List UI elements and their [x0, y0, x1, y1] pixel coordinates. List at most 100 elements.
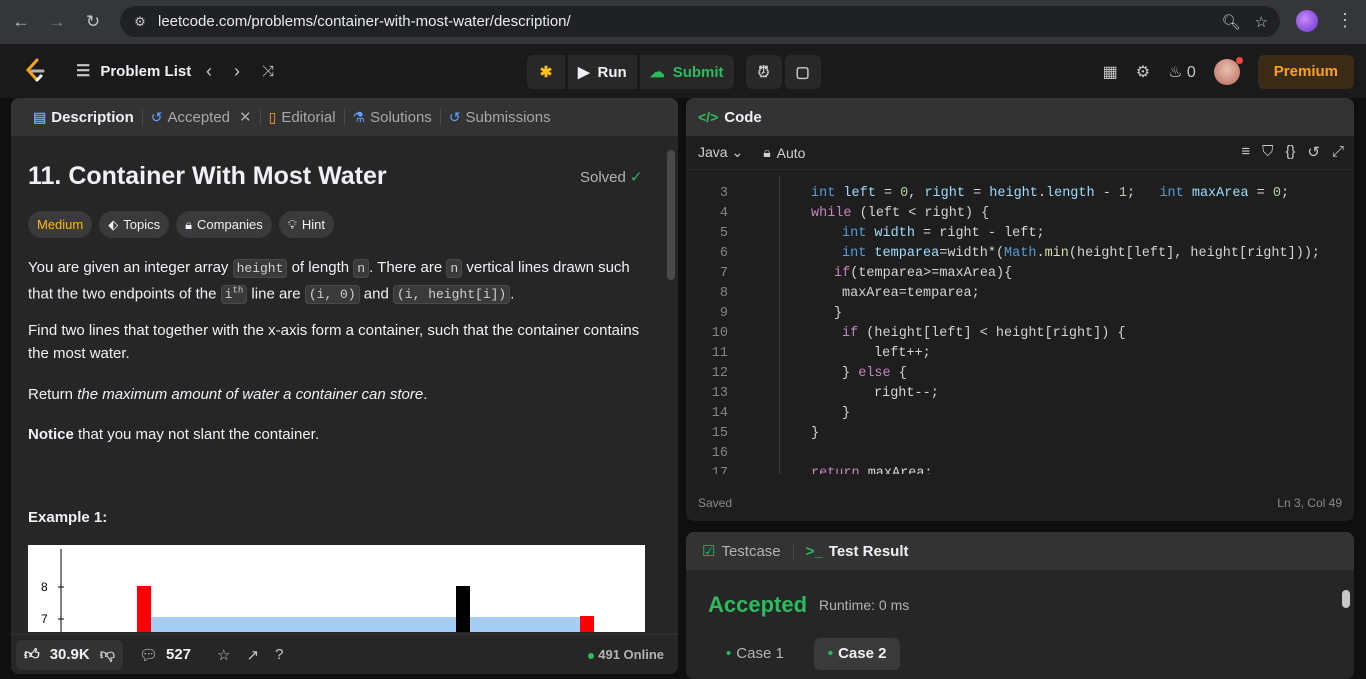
code-line[interactable]: if (height[left] < height[right]) { — [842, 326, 1126, 341]
tab-accepted[interactable]: ↺ Accepted ✕ — [143, 108, 260, 127]
code-line[interactable]: maxArea=temparea; — [842, 286, 980, 301]
share-icon[interactable]: ↗ — [246, 646, 259, 664]
star-icon[interactable]: ☆ — [217, 646, 230, 664]
code-line[interactable]: int temparea=width*(Math.min(height[left… — [842, 246, 1320, 261]
text: and — [359, 285, 393, 303]
code-editor-panel: </> Code Java ⌄ 🔒︎ Auto ≡ ⛉ {} ↺ ⤢ 3 int… — [686, 98, 1354, 521]
prev-problem-icon[interactable]: ‹ — [206, 61, 212, 82]
bookmark-icon[interactable]: ⛉ — [1262, 143, 1273, 161]
scrollbar-thumb[interactable] — [1342, 590, 1350, 608]
format-icon[interactable]: ≡ — [1241, 143, 1250, 161]
site-settings-icon[interactable]: ⚙ — [126, 14, 154, 30]
line-number: 8 — [719, 286, 728, 301]
companies-tag[interactable]: 🔒︎ Companies — [176, 211, 272, 238]
strong: Notice — [28, 426, 74, 443]
avatar[interactable] — [1213, 57, 1243, 85]
cloud-upload-icon: ☁ — [649, 64, 665, 81]
online-count: 491 Online — [588, 647, 664, 662]
layout-icon[interactable]: ▦ — [1103, 62, 1118, 82]
hint-tag[interactable]: 💡︎ Hint — [278, 211, 335, 238]
zoom-icon[interactable]: 🔍︎ — [1222, 13, 1241, 31]
code-line[interactable]: return maxArea; — [811, 466, 933, 474]
streak-counter[interactable]: ♨ 0 — [1168, 62, 1196, 82]
mode-select[interactable]: Auto — [777, 145, 806, 161]
settings-gear-icon[interactable]: ⚙ — [1136, 62, 1150, 82]
tab-description[interactable]: ▤ Description — [25, 109, 142, 126]
code-line[interactable]: right--; — [874, 386, 939, 401]
bookmark-star-icon[interactable]: ☆ — [1255, 13, 1268, 31]
like-button[interactable]: 👍︎ 30.9K 👎︎ — [16, 639, 123, 670]
debug-button[interactable]: ✱ — [527, 55, 565, 89]
next-problem-icon[interactable]: › — [234, 61, 240, 82]
problem-tags: Medium ⬖ Topics 🔒︎ Companies 💡︎ Hint — [28, 211, 335, 238]
tab-solutions[interactable]: ⚗ Solutions — [345, 109, 440, 126]
tab-description-label: Description — [51, 108, 134, 126]
premium-button[interactable]: Premium — [1257, 55, 1354, 89]
status-dot-icon: • — [827, 645, 834, 662]
comment-icon[interactable]: 💬︎ — [139, 646, 158, 664]
y-tick-label-7: 7 — [41, 612, 48, 626]
bug-icon: ✱ — [539, 64, 553, 81]
forward-icon[interactable]: → — [42, 7, 72, 37]
leetcode-logo[interactable] — [23, 58, 47, 84]
text: . There are — [369, 259, 447, 276]
line-number: 3 — [719, 186, 728, 201]
tab-submissions[interactable]: ↺ Submissions — [441, 109, 559, 126]
description-scrollbar[interactable] — [667, 140, 675, 630]
problem-list-link[interactable]: ☰ Problem List — [76, 44, 191, 98]
url-text[interactable]: leetcode.com/problems/container-with-mos… — [158, 13, 571, 30]
problem-description: 11. Container With Most Water Solved ✓ Me… — [28, 136, 648, 632]
text: line are — [247, 285, 305, 303]
code-line[interactable]: int width = right - left; — [842, 226, 1045, 241]
code-line[interactable]: while (left < right) { — [811, 206, 989, 221]
alarm-icon: ⏰︎ — [757, 63, 770, 81]
code-line[interactable]: if(temparea>=maxArea){ — [834, 266, 1012, 281]
help-icon[interactable]: ? — [275, 646, 283, 663]
reset-icon[interactable]: ↺ — [1307, 143, 1320, 161]
expand-icon[interactable]: ⤢ — [1332, 143, 1344, 161]
example-chart-svg: 8 7 — [41, 549, 594, 632]
run-button[interactable]: ▶ Run — [568, 55, 637, 89]
tab-test-result[interactable]: >_ Test Result — [806, 543, 909, 560]
code-line[interactable]: } — [842, 406, 850, 421]
case-label: Case 2 — [838, 645, 887, 662]
thumbs-down-icon[interactable]: 👎︎ — [100, 646, 115, 664]
reload-icon[interactable]: ↻ — [78, 7, 108, 37]
note-icon: ▢ — [795, 64, 810, 81]
notes-button[interactable]: ▢ — [784, 55, 821, 89]
case-2-tab[interactable]: • Case 2 — [813, 638, 901, 670]
flask-icon: ⚗ — [352, 108, 366, 125]
code-line[interactable]: int left = 0, right = height.length - 1;… — [811, 186, 1289, 201]
address-bar[interactable]: ⚙ leetcode.com/problems/container-with-m… — [120, 6, 1280, 37]
timer-button[interactable]: ⏰︎ — [745, 55, 782, 89]
code-lines[interactable]: 3 int left = 0, right = height.length - … — [686, 176, 1354, 474]
submit-button[interactable]: ☁ Submit — [639, 55, 734, 89]
difficulty-badge[interactable]: Medium — [28, 211, 93, 238]
bar-right — [580, 616, 594, 632]
token: length — [1046, 186, 1095, 201]
indent-guide — [779, 176, 780, 474]
topics-tag[interactable]: ⬖ Topics — [99, 211, 170, 238]
checkbox-icon: ☑ — [702, 543, 716, 560]
close-tab-icon[interactable]: ✕ — [239, 108, 252, 126]
code-line[interactable]: } — [811, 426, 819, 441]
result-scrollbar[interactable] — [1342, 578, 1350, 668]
code-line[interactable]: } — [834, 306, 842, 321]
shuffle-icon[interactable]: ⤨ — [262, 63, 274, 80]
comment-count: 527 — [166, 646, 192, 663]
tab-testcase[interactable]: ☑ Testcase — [702, 542, 781, 561]
back-icon[interactable]: ← — [6, 7, 36, 37]
language-select[interactable]: Java ⌄ — [698, 144, 743, 161]
code-line[interactable]: } else { — [842, 366, 907, 381]
companies-label: Companies — [197, 217, 263, 232]
extension-icon[interactable] — [1296, 10, 1318, 32]
line-number: 6 — [719, 246, 728, 261]
scrollbar-thumb[interactable] — [667, 150, 675, 280]
browser-menu-icon[interactable]: ⋮ — [1336, 10, 1354, 31]
braces-icon[interactable]: {} — [1285, 143, 1295, 161]
browser-toolbar: ← → ↻ ⚙ leetcode.com/problems/container-… — [0, 0, 1366, 44]
case-1-tab[interactable]: • Case 1 — [712, 638, 798, 670]
line-number: 7 — [719, 266, 728, 281]
tab-editorial[interactable]: ▯ Editorial — [261, 109, 344, 126]
code-line[interactable]: left++; — [874, 346, 931, 361]
